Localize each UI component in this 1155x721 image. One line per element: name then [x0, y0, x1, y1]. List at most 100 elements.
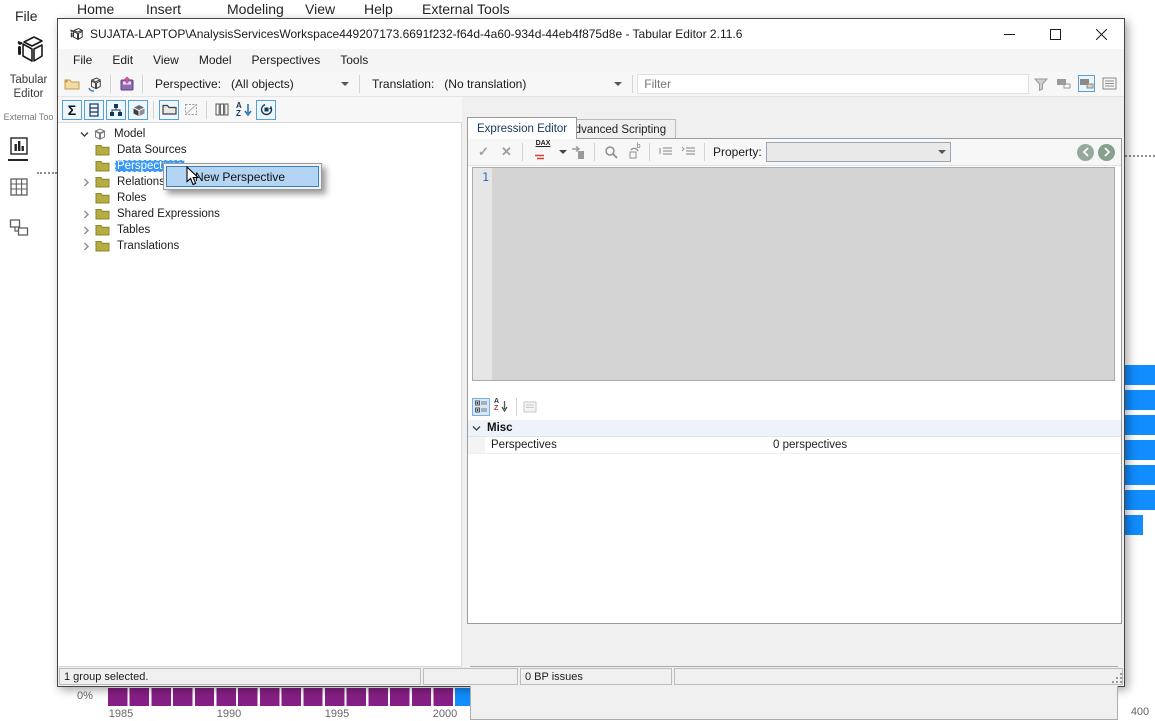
tree-view-button[interactable]	[1078, 75, 1095, 92]
status-bp-issues[interactable]: 0 BP issues	[520, 668, 672, 685]
expression-toolbar: ✓ ✕ DAX	[468, 139, 1121, 166]
title-bar[interactable]: SUJATA-LAPTOP\AnalysisServicesWorkspace4…	[58, 19, 1124, 49]
tab-expression-editor[interactable]: Expression Editor	[467, 117, 577, 139]
deploy-button[interactable]	[86, 75, 103, 92]
property-value-text: 0 perspectives	[773, 439, 847, 451]
menu-edit[interactable]: Edit	[102, 50, 143, 70]
menu-view[interactable]: View	[143, 50, 189, 70]
auto-refresh-toggle[interactable]	[256, 100, 276, 120]
sort-alphabetical-button[interactable]: A Z	[234, 100, 254, 120]
property-row-perspectives[interactable]: Perspectives 0 perspectives	[468, 437, 1121, 454]
view-options-button[interactable]	[1101, 75, 1118, 92]
categorized-view-button[interactable]	[472, 398, 490, 416]
pbi-tab-view[interactable]: View	[305, 1, 335, 17]
maximize-button[interactable]	[1032, 19, 1078, 49]
menu-perspectives[interactable]: Perspectives	[242, 50, 331, 70]
line-number-gutter: 1	[473, 168, 492, 380]
property-name: Perspectives	[491, 439, 557, 451]
expression-code-editor[interactable]: 1	[472, 167, 1115, 381]
import-expression-button[interactable]	[570, 144, 587, 161]
tree-label-roles: Roles	[115, 192, 148, 204]
hierarchy-icon	[109, 103, 123, 117]
line-number: 1	[482, 170, 489, 184]
uncomment-lines-button[interactable]	[680, 144, 697, 161]
replace-button[interactable]: b	[625, 144, 642, 161]
tree-item-translations[interactable]: Translations	[58, 238, 461, 254]
external-tool-tabular-editor-button[interactable]: Tabular Editor	[0, 32, 57, 101]
chevron-down-icon[interactable]	[559, 150, 567, 154]
navigate-forward-button[interactable]	[1098, 144, 1115, 161]
column-icon	[89, 103, 99, 117]
flat-list-view-button[interactable]	[1055, 75, 1072, 92]
menu-tools[interactable]: Tools	[330, 50, 378, 70]
alphabetical-view-button[interactable]: A Z	[492, 398, 510, 416]
show-display-folders-toggle[interactable]	[128, 100, 148, 120]
external-tool-label2: Editor	[0, 87, 57, 101]
chevron-expanded-icon[interactable]	[472, 424, 481, 433]
tree-label-shared-expressions: Shared Expressions	[115, 208, 222, 220]
show-partitions-toggle[interactable]	[181, 100, 201, 120]
comment-lines-button[interactable]	[657, 144, 674, 161]
pbi-tab-file[interactable]: File	[15, 8, 38, 24]
report-view-icon[interactable]	[8, 135, 30, 157]
filter-funnel-icon	[1034, 77, 1048, 91]
cancel-change-button[interactable]: ✕	[498, 144, 515, 161]
pbi-tab-home[interactable]: Home	[77, 1, 114, 17]
pbi-tab-external-tools[interactable]: External Tools	[422, 1, 510, 17]
show-columns-toggle[interactable]	[84, 100, 104, 120]
chevron-collapsed-icon[interactable]	[82, 178, 91, 187]
sort-az-icon: A Z	[236, 102, 252, 118]
chevron-collapsed-icon[interactable]	[82, 210, 91, 219]
open-file-button[interactable]	[63, 75, 80, 92]
show-measures-toggle[interactable]: Σ	[62, 100, 82, 120]
data-view-icon[interactable]	[8, 176, 30, 198]
tree-item-model[interactable]: Model	[58, 126, 461, 142]
navigate-back-button[interactable]	[1077, 144, 1094, 161]
property-pages-button[interactable]	[521, 398, 539, 416]
pbi-tab-modeling[interactable]: Modeling	[227, 1, 284, 17]
folder-icon	[95, 208, 110, 220]
ribbon-group-label: External Too	[0, 112, 57, 122]
translation-dropdown[interactable]: (No translation)	[438, 75, 628, 93]
show-hierarchies-toggle[interactable]	[106, 100, 126, 120]
tree-label-data-sources: Data Sources	[115, 144, 189, 156]
translation-label: Translation:	[372, 77, 434, 91]
timeline-bars-purple[interactable]	[108, 688, 455, 706]
menu-file[interactable]: File	[63, 50, 102, 70]
show-hidden-objects-toggle[interactable]	[159, 100, 179, 120]
resize-grip-icon[interactable]	[1112, 673, 1122, 683]
filter-mode-button[interactable]	[1032, 75, 1049, 92]
tree-item-roles[interactable]: Roles	[58, 190, 461, 206]
tree-item-tables[interactable]: Tables	[58, 222, 461, 238]
background-bar	[1125, 390, 1155, 410]
translation-value: (No translation)	[444, 77, 526, 91]
tree-item-shared-expressions[interactable]: Shared Expressions	[58, 206, 461, 222]
column-arrangement-button[interactable]	[212, 100, 232, 120]
chevron-collapsed-icon[interactable]	[82, 226, 91, 235]
tree-item-data-sources[interactable]: Data Sources	[58, 142, 461, 158]
chevron-collapsed-icon[interactable]	[82, 242, 91, 251]
model-view-icon[interactable]	[8, 216, 30, 238]
format-dax-button[interactable]: DAX	[530, 144, 556, 161]
folder-icon	[162, 103, 177, 116]
pbi-tab-help[interactable]: Help	[364, 1, 393, 17]
background-bar	[1125, 440, 1155, 460]
menu-model[interactable]: Model	[189, 50, 242, 70]
folder-icon	[95, 192, 110, 204]
perspective-dropdown[interactable]: (All objects)	[225, 75, 355, 93]
accept-change-button[interactable]: ✓	[475, 144, 492, 161]
cube-icon	[131, 103, 146, 117]
minimize-button[interactable]	[986, 19, 1032, 49]
close-button[interactable]	[1078, 19, 1124, 49]
tree-list-icon	[1079, 77, 1094, 90]
tree-label-tables: Tables	[115, 224, 152, 236]
property-dropdown[interactable]	[766, 142, 951, 162]
property-category-misc[interactable]: Misc	[468, 420, 1121, 437]
find-button[interactable]	[602, 144, 619, 161]
property-label: Property:	[713, 145, 762, 159]
pbi-tab-insert[interactable]: Insert	[146, 1, 181, 17]
save-button[interactable]	[118, 75, 135, 92]
chevron-expanded-icon[interactable]	[80, 130, 89, 139]
expression-editor-panel: ✓ ✕ DAX	[467, 138, 1122, 624]
filter-input[interactable]	[637, 74, 1029, 94]
